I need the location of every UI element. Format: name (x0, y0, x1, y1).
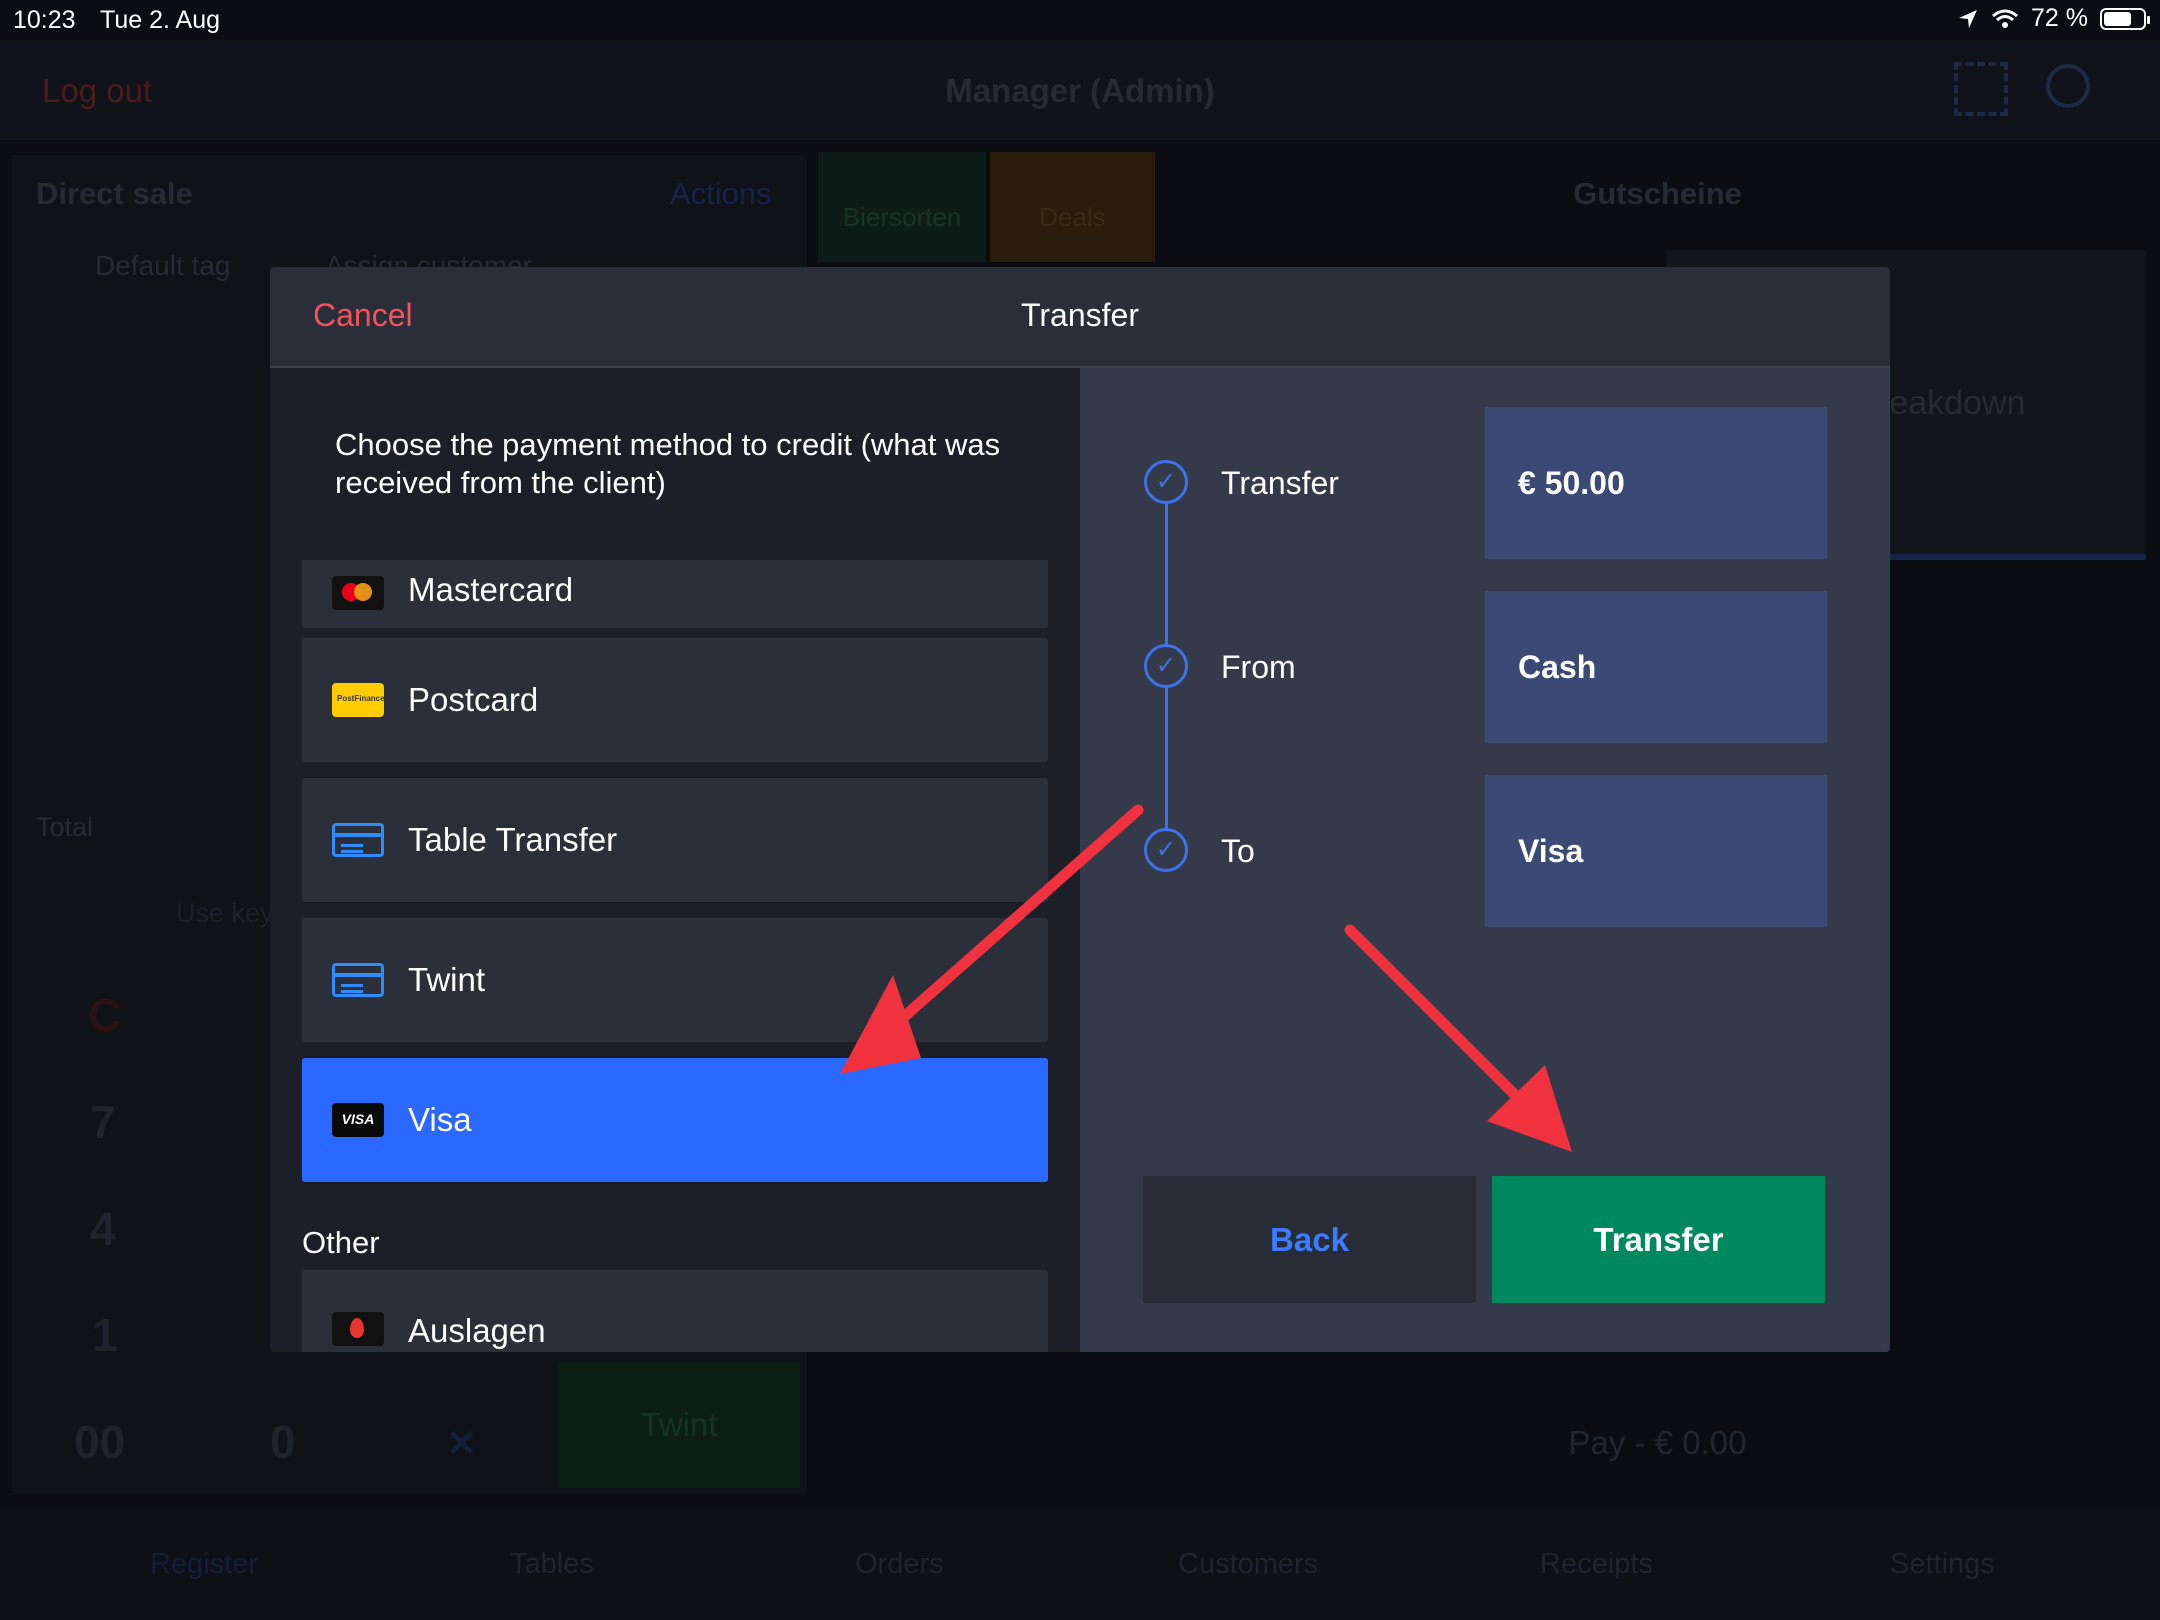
check-circle-icon: ✓ (1144, 644, 1188, 688)
card-icon (332, 823, 384, 857)
card-icon (332, 963, 384, 997)
actions-link: Actions (670, 176, 772, 211)
method-label: Postcard (408, 681, 539, 718)
modal-header: Cancel Transfer (270, 267, 1890, 368)
keypad-key: 0 (270, 1416, 296, 1468)
method-label: Visa (408, 1101, 472, 1138)
to-method-field[interactable]: Visa (1485, 775, 1827, 927)
lightspeed-icon (332, 1312, 384, 1346)
wifi-icon (1992, 9, 2018, 28)
back-button[interactable]: Back (1143, 1176, 1476, 1303)
method-twint[interactable]: Twint (302, 918, 1048, 1042)
twint-quick-button: Twint (558, 1362, 800, 1488)
method-postcard[interactable]: PostFinance Postcard (302, 638, 1048, 762)
method-label: Auslagen (408, 1312, 546, 1349)
payment-method-list[interactable]: Mastercard PostFinance Postcard Table Tr… (302, 560, 1048, 1352)
nav-bar: Log out Manager (Admin) (0, 40, 2160, 140)
postfinance-icon: PostFinance (332, 683, 385, 717)
keypad-key: 4 (90, 1203, 116, 1255)
default-tag: Default tag (95, 250, 231, 281)
tab-register: Register (150, 1548, 258, 1580)
tab-bar: Register Tables Orders Customers Receipt… (0, 1508, 2160, 1620)
transfer-modal: Cancel Transfer Choose the payment metho… (270, 267, 1890, 1352)
amount-field[interactable]: € 50.00 (1485, 407, 1827, 559)
tab-tables: Tables (510, 1548, 594, 1580)
scan-icon (1954, 62, 2008, 116)
keypad-key: C (88, 989, 122, 1041)
tab-receipts: Receipts (1540, 1548, 1653, 1580)
method-auslagen[interactable]: Auslagen (302, 1270, 1048, 1352)
modal-title: Transfer (1021, 297, 1139, 333)
keypad-key: 7 (90, 1096, 116, 1148)
method-visa[interactable]: VISA Visa (302, 1058, 1048, 1182)
nav-title: Manager (Admin) (945, 72, 1215, 109)
check-circle-icon: ✓ (1144, 460, 1188, 504)
breakdown-label: reakdown (1878, 384, 2026, 422)
method-table-transfer[interactable]: Table Transfer (302, 778, 1048, 902)
step-label-from: From (1221, 649, 1296, 685)
from-method-field[interactable]: Cash (1485, 591, 1827, 743)
battery-icon (2100, 7, 2150, 30)
battery-percent: 72 % (2031, 4, 2088, 32)
mastercard-icon (332, 576, 384, 610)
method-label: Twint (408, 961, 486, 998)
status-date: Tue 2. Aug (100, 6, 220, 34)
category-tab: Biersorten (818, 152, 986, 262)
method-label: Mastercard (408, 571, 574, 608)
use-keypad-hint: Use key (176, 898, 274, 928)
method-mastercard[interactable]: Mastercard (302, 560, 1048, 628)
step-label-transfer: Transfer (1221, 465, 1339, 501)
keypad-key: 00 (74, 1416, 126, 1468)
tab-customers: Customers (1178, 1548, 1319, 1580)
status-bar: 10:23 Tue 2. Aug 72 % (0, 0, 2160, 40)
visa-icon: VISA (332, 1103, 384, 1137)
search-icon (2046, 64, 2090, 108)
section-other-heading: Other (302, 1225, 380, 1260)
pay-button: Pay - € 0.00 (1568, 1424, 1747, 1461)
step-label-to: To (1221, 833, 1255, 869)
transfer-button[interactable]: Transfer (1492, 1176, 1825, 1303)
gutscheine-title: Gutscheine (1573, 176, 1742, 211)
keypad-key: × (448, 1416, 475, 1468)
category-tab: Deals (990, 152, 1155, 262)
transfer-summary-pane: ✓ Transfer € 50.00 ✓ From Cash ✓ To Visa… (1080, 368, 1890, 1352)
status-right: 72 % (1957, 4, 2150, 33)
total-label: Total (36, 812, 94, 842)
tab-orders: Orders (855, 1548, 944, 1580)
tab-settings: Settings (1890, 1548, 1995, 1580)
keypad-key: 1 (92, 1309, 118, 1361)
payment-method-pane: Choose the payment method to credit (wha… (270, 368, 1080, 1352)
method-label: Table Transfer (408, 821, 618, 858)
direct-sale-title: Direct sale (36, 176, 193, 211)
instruction-text: Choose the payment method to credit (wha… (335, 427, 1001, 500)
status-time: 10:23 (13, 6, 76, 34)
location-icon (1959, 9, 1978, 28)
check-circle-icon: ✓ (1144, 828, 1188, 872)
